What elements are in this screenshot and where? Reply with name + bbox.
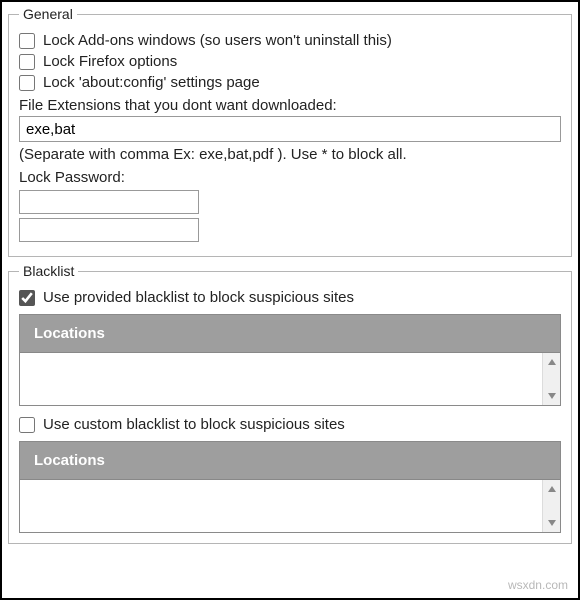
general-group: General Lock Add-ons windows (so users w… [8, 6, 572, 257]
lock-password-label: Lock Password: [19, 169, 561, 186]
extensions-label: File Extensions that you dont want downl… [19, 97, 561, 114]
provided-locations-header: Locations [20, 315, 560, 353]
scroll-down-icon[interactable] [543, 514, 560, 532]
watermark-text: wsxdn.com [508, 578, 568, 592]
provided-blacklist-checkbox[interactable] [19, 290, 35, 306]
custom-blacklist-checkbox[interactable] [19, 417, 35, 433]
lock-password-confirm-input[interactable] [19, 218, 199, 242]
scroll-up-icon[interactable] [543, 480, 560, 498]
provided-blacklist-label: Use provided blacklist to block suspicio… [43, 289, 354, 306]
custom-locations-body [20, 480, 560, 532]
lock-aboutconfig-row[interactable]: Lock 'about:config' settings page [19, 74, 561, 91]
provided-blacklist-row[interactable]: Use provided blacklist to block suspicio… [19, 289, 561, 306]
settings-panel: General Lock Add-ons windows (so users w… [0, 0, 580, 600]
provided-locations-content[interactable] [20, 353, 542, 405]
custom-locations-header: Locations [20, 442, 560, 480]
scroll-down-icon[interactable] [543, 387, 560, 405]
lock-options-label: Lock Firefox options [43, 53, 177, 70]
scroll-up-icon[interactable] [543, 353, 560, 371]
general-legend: General [19, 6, 77, 22]
blacklist-legend: Blacklist [19, 263, 78, 279]
lock-aboutconfig-label: Lock 'about:config' settings page [43, 74, 260, 91]
provided-locations-scrollbar[interactable] [542, 353, 560, 405]
custom-locations-list[interactable]: Locations [19, 441, 561, 533]
lock-addons-checkbox[interactable] [19, 33, 35, 49]
lock-options-row[interactable]: Lock Firefox options [19, 53, 561, 70]
lock-addons-row[interactable]: Lock Add-ons windows (so users won't uni… [19, 32, 561, 49]
custom-locations-scrollbar[interactable] [542, 480, 560, 532]
extensions-hint: (Separate with comma Ex: exe,bat,pdf ). … [19, 146, 561, 163]
custom-locations-content[interactable] [20, 480, 542, 532]
provided-locations-body [20, 353, 560, 405]
lock-addons-label: Lock Add-ons windows (so users won't uni… [43, 32, 392, 49]
extensions-input[interactable] [19, 116, 561, 142]
blacklist-group: Blacklist Use provided blacklist to bloc… [8, 263, 572, 544]
custom-blacklist-label: Use custom blacklist to block suspicious… [43, 416, 345, 433]
lock-password-input[interactable] [19, 190, 199, 214]
custom-blacklist-row[interactable]: Use custom blacklist to block suspicious… [19, 416, 561, 433]
lock-options-checkbox[interactable] [19, 54, 35, 70]
provided-locations-list[interactable]: Locations [19, 314, 561, 406]
lock-aboutconfig-checkbox[interactable] [19, 75, 35, 91]
